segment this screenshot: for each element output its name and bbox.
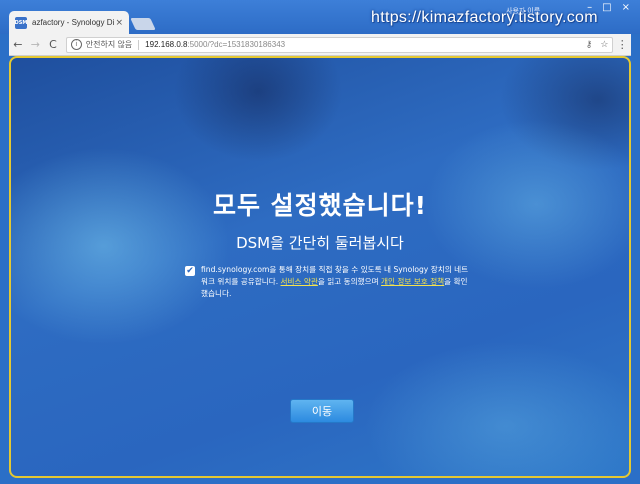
- url-host: 192.168.0.8: [145, 40, 188, 49]
- security-status[interactable]: 안전하지 않음: [86, 39, 132, 50]
- maximize-icon[interactable]: □: [602, 2, 611, 13]
- url-path: :5000/?dc=1531830186343: [187, 40, 286, 49]
- dsm-welcome-screen: 모두 설정했습니다! DSM을 간단히 둘러봅시다 ✔ find.synolog…: [9, 56, 631, 478]
- reload-icon[interactable]: C: [44, 38, 62, 51]
- minimize-icon[interactable]: –: [587, 2, 592, 13]
- terms-of-service-link[interactable]: 서비스 약관: [281, 277, 318, 286]
- privacy-policy-link[interactable]: 개인 정보 보호 정책: [381, 277, 444, 286]
- new-tab-button[interactable]: [130, 18, 156, 30]
- tab-strip: DSM azfactory - Synology DiskStation × 사…: [0, 0, 640, 34]
- browser-tab[interactable]: DSM azfactory - Synology DiskStation ×: [9, 11, 129, 34]
- key-icon[interactable]: ⚷: [586, 39, 593, 50]
- page-title: 모두 설정했습니다!: [212, 191, 428, 220]
- consent-text: find.synology.com을 통해 장치를 직접 찾을 수 있도록 내 …: [201, 264, 470, 300]
- address-toolbar: ← → C i 안전하지 않음 192.168.0.8 :5000/?dc=15…: [9, 34, 631, 56]
- watermark-text: https://kimazfactory.tistory.com: [371, 9, 598, 26]
- bookmark-star-icon[interactable]: ☆: [600, 39, 608, 50]
- tab-title: azfactory - Synology DiskStation: [32, 18, 114, 27]
- address-bar[interactable]: i 안전하지 않음 192.168.0.8 :5000/?dc=15318301…: [65, 36, 614, 53]
- page-subtitle: DSM을 간단히 둘러봅시다: [236, 234, 404, 252]
- window-controls: – □ ×: [587, 2, 630, 13]
- address-actions: ⚷ ☆: [586, 39, 609, 50]
- consent-text-part: 을 읽고 동의했으며: [317, 277, 382, 286]
- consent-checkbox[interactable]: ✔: [185, 266, 195, 276]
- info-icon[interactable]: i: [70, 39, 82, 50]
- forward-icon[interactable]: →: [27, 38, 45, 51]
- go-button[interactable]: 이동: [290, 399, 354, 423]
- share-location-consent: ✔ find.synology.com을 통해 장치를 직접 찾을 수 있도록 …: [185, 264, 470, 300]
- dsm-favicon-icon: DSM: [15, 16, 27, 29]
- back-icon[interactable]: ←: [9, 38, 27, 51]
- tab-close-icon[interactable]: ×: [115, 18, 123, 28]
- browser-window: DSM azfactory - Synology DiskStation × 사…: [0, 0, 640, 484]
- close-window-icon[interactable]: ×: [622, 2, 630, 13]
- address-separator: [138, 39, 140, 50]
- browser-menu-icon[interactable]: ⋮: [613, 38, 631, 51]
- checkmark-icon: ✔: [186, 266, 194, 276]
